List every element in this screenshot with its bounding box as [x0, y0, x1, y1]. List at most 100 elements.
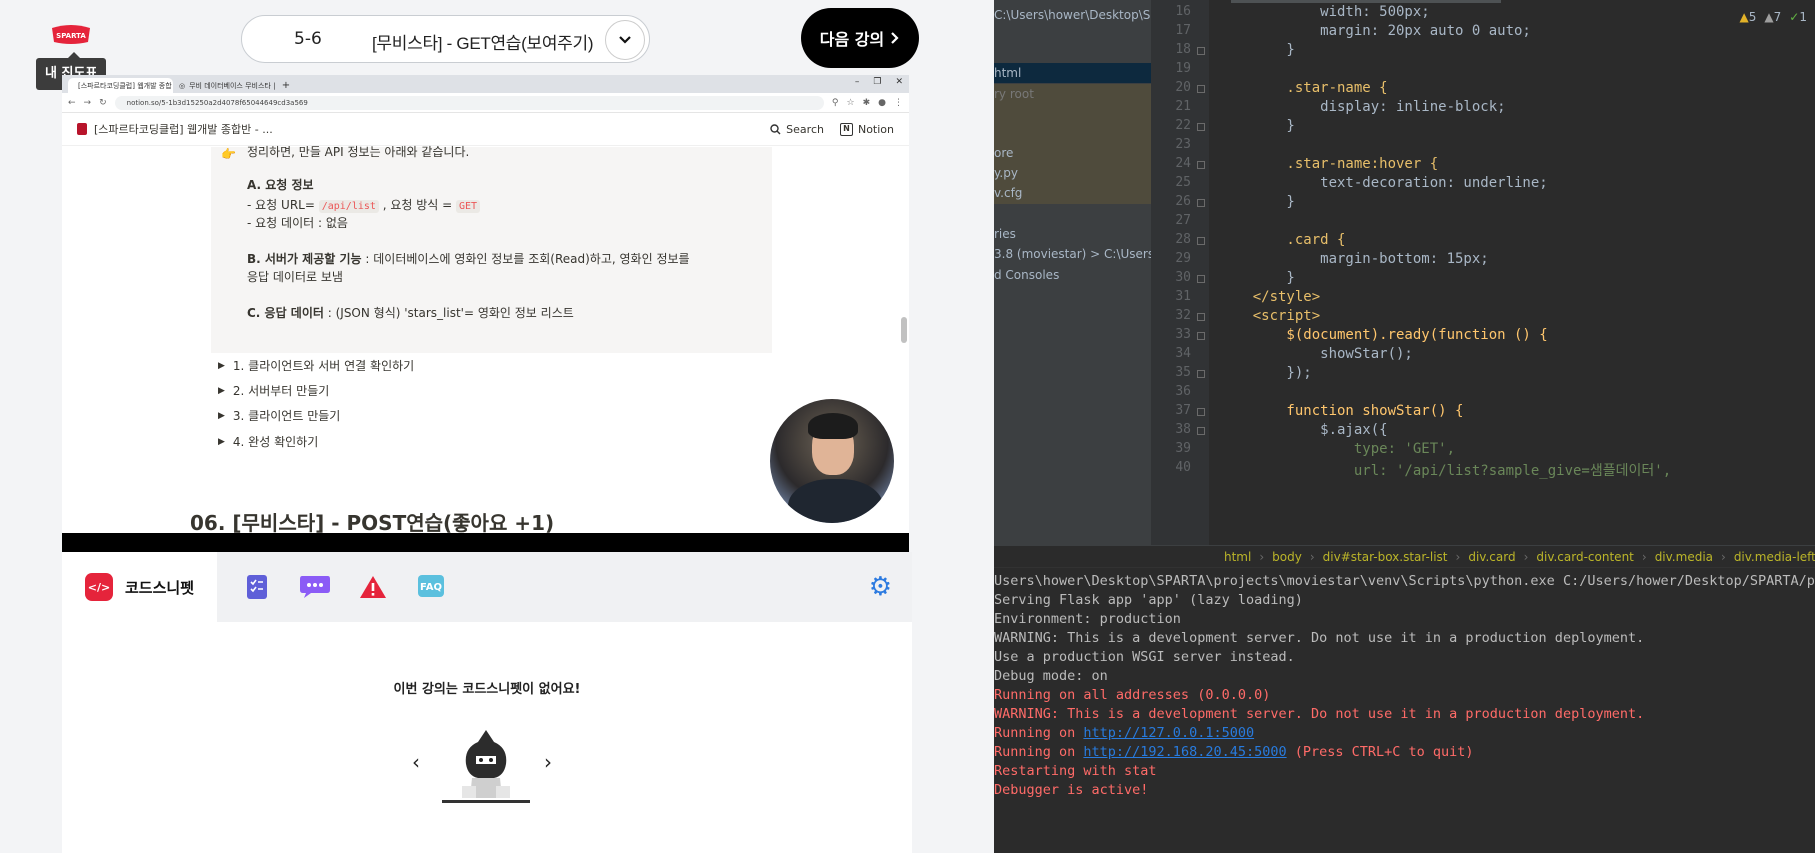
chevron-down-icon[interactable]	[605, 20, 645, 60]
line-number: 28	[1175, 232, 1191, 247]
tree-item[interactable]: 3.8 (moviestar) > C:\Users\h	[994, 244, 1166, 264]
minimize-icon[interactable]: –	[855, 77, 860, 87]
webcam-shirt	[788, 479, 883, 523]
address-bar[interactable]: notion.so/5-1b3d15250a2d4078f65044649cd3…	[114, 95, 824, 110]
forward-icon[interactable]: →	[84, 98, 92, 108]
chevron-left-icon[interactable]: ‹	[412, 750, 420, 774]
line-number: 22	[1175, 118, 1191, 133]
line-number: 31	[1175, 289, 1191, 304]
chat-icon[interactable]	[297, 572, 333, 602]
toggle-item[interactable]: ▶ 1. 클라이언트와 서버 연결 확인하기	[218, 357, 414, 374]
warning-icon[interactable]	[355, 572, 391, 602]
console-link[interactable]: http://127.0.0.1:5000	[1083, 725, 1254, 741]
browser-tab[interactable]: ◎ 무비 데이터베이스 무비스타 | 영화 ×	[173, 78, 278, 93]
star-icon[interactable]: ☆	[847, 98, 855, 108]
back-icon[interactable]: ←	[68, 98, 76, 108]
code-editor[interactable]: 16 width: 500px; 17 margin: 20px auto 0 a…	[1151, 0, 1815, 545]
lecture-title: [무비스타] - GET연습(보여주기)	[372, 34, 594, 53]
fold-marker-icon[interactable]	[1197, 85, 1205, 93]
notion-scrollbar[interactable]	[901, 155, 907, 510]
breadcrumb-separator: ›	[1523, 549, 1529, 564]
logo-text: SPARTA	[56, 32, 86, 40]
fold-marker-icon[interactable]	[1197, 427, 1205, 435]
section-c: C. 응답 데이터 : (JSON 형식) 'stars_list'= 영화인 …	[247, 306, 574, 320]
line-number: 33	[1175, 327, 1191, 342]
breadcrumb-item[interactable]: body	[1272, 550, 1302, 564]
tree-item[interactable]: d Consoles	[994, 265, 1059, 285]
tree-item[interactable]: v.cfg	[994, 183, 1022, 203]
code-line: </style>	[1219, 289, 1321, 305]
fold-marker-icon[interactable]	[1197, 332, 1205, 340]
faq-label: FAQ	[420, 582, 442, 593]
reload-icon[interactable]: ↻	[99, 98, 107, 108]
menu-icon[interactable]: ⋮	[894, 98, 903, 108]
close-window-icon[interactable]: ✕	[895, 77, 903, 87]
next-lecture-button[interactable]: 다음 강의	[801, 8, 919, 68]
line-number: 16	[1175, 4, 1191, 19]
tree-item[interactable]: ries	[994, 224, 1016, 244]
code-line: width: 500px;	[1219, 4, 1430, 20]
chevron-right-icon[interactable]: ›	[544, 750, 552, 774]
checklist-icon[interactable]	[239, 572, 275, 602]
notion-page-title[interactable]: [스파르타코딩클럽] 웹개발 종합반 - ...	[94, 121, 273, 137]
fold-marker-icon[interactable]	[1197, 123, 1205, 131]
lecture-app: SPARTA 내 진도표 5-6 [무비스타] - GET연습(보여주기) 다음…	[0, 0, 994, 853]
breadcrumb-item[interactable]: div.card	[1468, 550, 1515, 564]
fold-marker-icon[interactable]	[1197, 237, 1205, 245]
line-number: 24	[1175, 156, 1191, 171]
line-number: 18	[1175, 42, 1191, 57]
fold-marker-icon[interactable]	[1197, 370, 1205, 378]
inspection-widget[interactable]: ▲5 ▲7 ✓1	[1740, 10, 1807, 24]
faq-icon[interactable]: FAQ	[413, 572, 449, 602]
line-number: 38	[1175, 422, 1191, 437]
fold-marker-icon[interactable]	[1197, 47, 1205, 55]
console-line: Serving Flask app 'app' (lazy loading)	[994, 592, 1303, 608]
breadcrumb-separator: ›	[1259, 549, 1265, 564]
breadcrumb-item[interactable]: div#star-box.star-list	[1323, 550, 1448, 564]
tab-code-snippet[interactable]: </> 코드스니펫	[62, 552, 217, 622]
breadcrumb-item[interactable]: div.media-left	[1734, 550, 1815, 564]
fold-marker-icon[interactable]	[1197, 161, 1205, 169]
fold-marker-icon[interactable]	[1197, 199, 1205, 207]
fold-marker-icon[interactable]	[1197, 275, 1205, 283]
section-b-line2: 응답 데이터로 보냄	[247, 270, 343, 284]
new-tab-icon[interactable]: +	[278, 78, 294, 93]
console-link[interactable]: http://192.168.20.45:5000	[1083, 744, 1286, 760]
line-number: 23	[1175, 137, 1191, 152]
notion-search[interactable]: Search	[770, 123, 824, 136]
triangle-right-icon: ▶	[218, 385, 225, 396]
breadcrumb-separator: ›	[1721, 549, 1726, 564]
fold-marker-icon[interactable]	[1197, 313, 1205, 321]
tree-item[interactable]: ore	[994, 143, 1013, 163]
scroll-thumb[interactable]	[901, 317, 907, 343]
toggle-item[interactable]: ▶ 2. 서버부터 만들기	[218, 382, 329, 399]
breadcrumb-item[interactable]: div.card-content	[1536, 550, 1634, 564]
maximize-icon[interactable]: ❐	[873, 77, 881, 87]
tree-item[interactable]: y.py	[994, 163, 1018, 183]
toggle-item[interactable]: ▶ 3. 클라이언트 만들기	[218, 407, 340, 424]
pycharm-ide: C:\Users\hower\Desktop\SP html ry root o…	[994, 0, 1815, 853]
browser-tab[interactable]: [스파르타코딩클럽] 웹개발 종합 ×	[68, 78, 173, 93]
tree-item-selected[interactable]: html	[994, 63, 1151, 83]
fold-marker-icon[interactable]	[1197, 408, 1205, 416]
puzzle-icon[interactable]: ✱	[863, 98, 871, 108]
breadcrumb-item[interactable]: html	[1224, 550, 1251, 564]
breadcrumb-item[interactable]: div.media	[1655, 550, 1713, 564]
sparta-logo[interactable]: SPARTA	[50, 24, 92, 46]
project-path: C:\Users\hower\Desktop\SP	[994, 8, 1158, 22]
lecture-selector[interactable]: 5-6 [무비스타] - GET연습(보여주기)	[241, 15, 650, 63]
code-line: .star-name {	[1219, 80, 1388, 96]
instructor-webcam	[768, 397, 896, 525]
run-console[interactable]: Users\hower\Desktop\SPARTA\projects\movi…	[994, 567, 1815, 853]
tree-item[interactable]: ry root	[994, 84, 1034, 104]
editor-breadcrumbs: html › body › div#star-box.star-list › div.car…	[994, 545, 1815, 567]
zoom-icon[interactable]: ⚲	[832, 98, 839, 108]
code-line: margin-bottom: 15px;	[1219, 251, 1489, 267]
gear-icon[interactable]: ⚙	[869, 572, 892, 602]
inline-code: /api/list	[318, 200, 379, 213]
profile-icon[interactable]: ●	[878, 98, 886, 108]
toggle-item[interactable]: ▶ 4. 완성 확인하기	[218, 433, 318, 450]
notion-brand[interactable]: N Notion	[839, 122, 894, 136]
browser-toolbar: ← → ↻ notion.so/5-1b3d15250a2d4078f65044…	[62, 93, 909, 113]
notion-topbar: [스파르타코딩클럽] 웹개발 종합반 - ... Search N Notion	[62, 113, 909, 146]
